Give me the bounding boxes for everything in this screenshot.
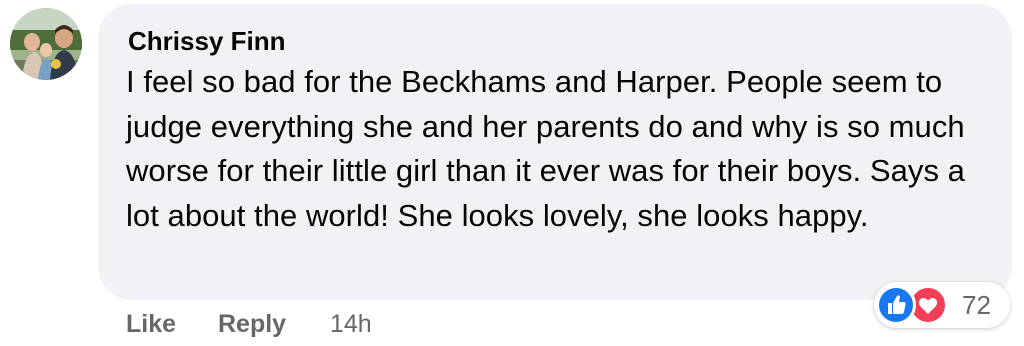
reply-button[interactable]: Reply — [218, 308, 286, 340]
comment-body-text: I feel so bad for the Beckhams and Harpe… — [126, 64, 965, 233]
profile-photo-icon — [10, 8, 82, 80]
reaction-count: 72 — [962, 290, 991, 320]
comment-timestamp[interactable]: 14h — [330, 308, 372, 340]
heart-icon — [918, 297, 938, 314]
reaction-summary[interactable]: 72 — [874, 282, 1010, 328]
like-button[interactable]: Like — [126, 308, 176, 340]
comment-author-name[interactable]: Chrissy Finn — [128, 26, 285, 56]
thumbs-up-icon — [888, 295, 906, 314]
like-reaction-icon — [876, 285, 916, 325]
avatar[interactable] — [10, 8, 82, 80]
